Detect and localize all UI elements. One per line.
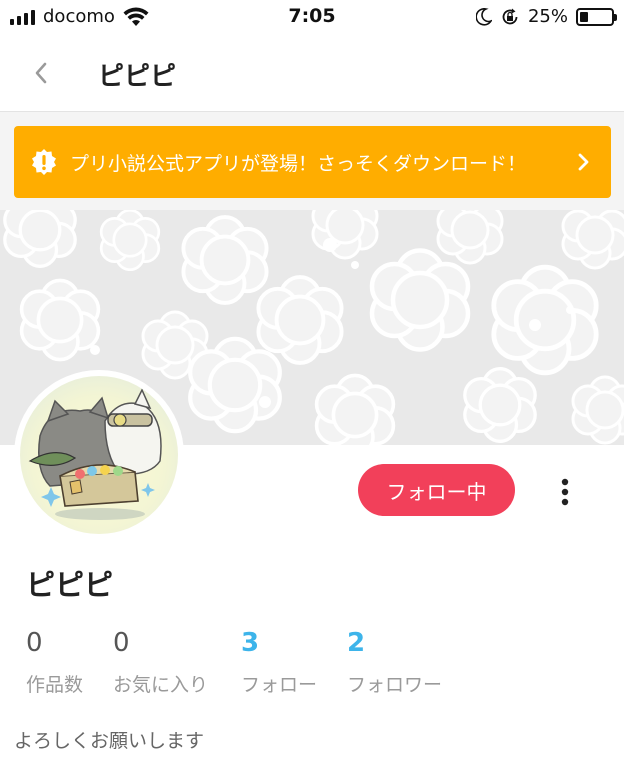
more-vertical-icon[interactable] (550, 474, 580, 510)
stat-following-value[interactable]: 3 (241, 628, 317, 662)
stat-works-value: 0 (26, 628, 43, 658)
app-download-banner[interactable]: プリ小説公式アプリが登場！さっそくダウンロード！ (14, 126, 611, 198)
banner-area: プリ小説公式アプリが登場！さっそくダウンロード！ (0, 112, 624, 210)
chevron-right-icon (578, 153, 589, 171)
profile-bio: よろしくお願いします (14, 730, 205, 752)
banner-text: プリ小説公式アプリが登場！さっそくダウンロード！ (70, 152, 527, 175)
stat-favorites-label: お気に入り (113, 674, 209, 696)
stat-followers-label[interactable]: フォロワー (347, 670, 442, 697)
stat-favorites-value: 0 (113, 628, 130, 658)
stat-favorites: 0 お気に入り (113, 628, 208, 697)
profile-name: ピピピ (26, 568, 114, 602)
rotation-lock-icon (502, 8, 518, 24)
nav-bar: ピピピ (0, 34, 624, 112)
stat-following-label[interactable]: フォロー (241, 670, 317, 697)
back-button[interactable] (28, 58, 54, 88)
battery-percent: 25% (527, 6, 568, 27)
battery-icon (576, 7, 617, 26)
stat-works: 0 作品数 (26, 628, 83, 697)
avatar (14, 370, 184, 540)
following-button[interactable]: フォロー中 (358, 464, 515, 516)
stat-followers-value[interactable]: 2 (347, 628, 442, 662)
page-title: ピピピ (98, 62, 177, 92)
stat-works-label: 作品数 (26, 674, 84, 696)
status-bar: docomo 7:05 25% (0, 0, 624, 34)
avatar-image (20, 376, 178, 534)
stat-followers[interactable]: 2 フォロワー (347, 628, 442, 697)
stat-following[interactable]: 3 フォロー (241, 628, 317, 697)
alert-icon (32, 149, 56, 175)
moon-icon (475, 7, 492, 26)
